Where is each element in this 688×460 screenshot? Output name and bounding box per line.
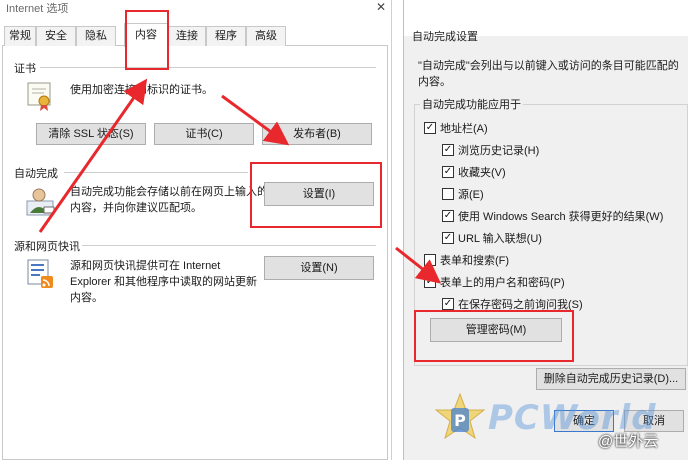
annotation-arrows [38,78,442,284]
arrow-to-passwords-option [395,246,442,284]
watermark-credit: @世外云 [598,433,659,450]
arrow-to-content-tab [38,78,148,233]
svg-text:P: P [454,411,466,430]
arrow-to-settings [221,94,290,146]
pcworld-logo-icon: P [432,392,488,447]
